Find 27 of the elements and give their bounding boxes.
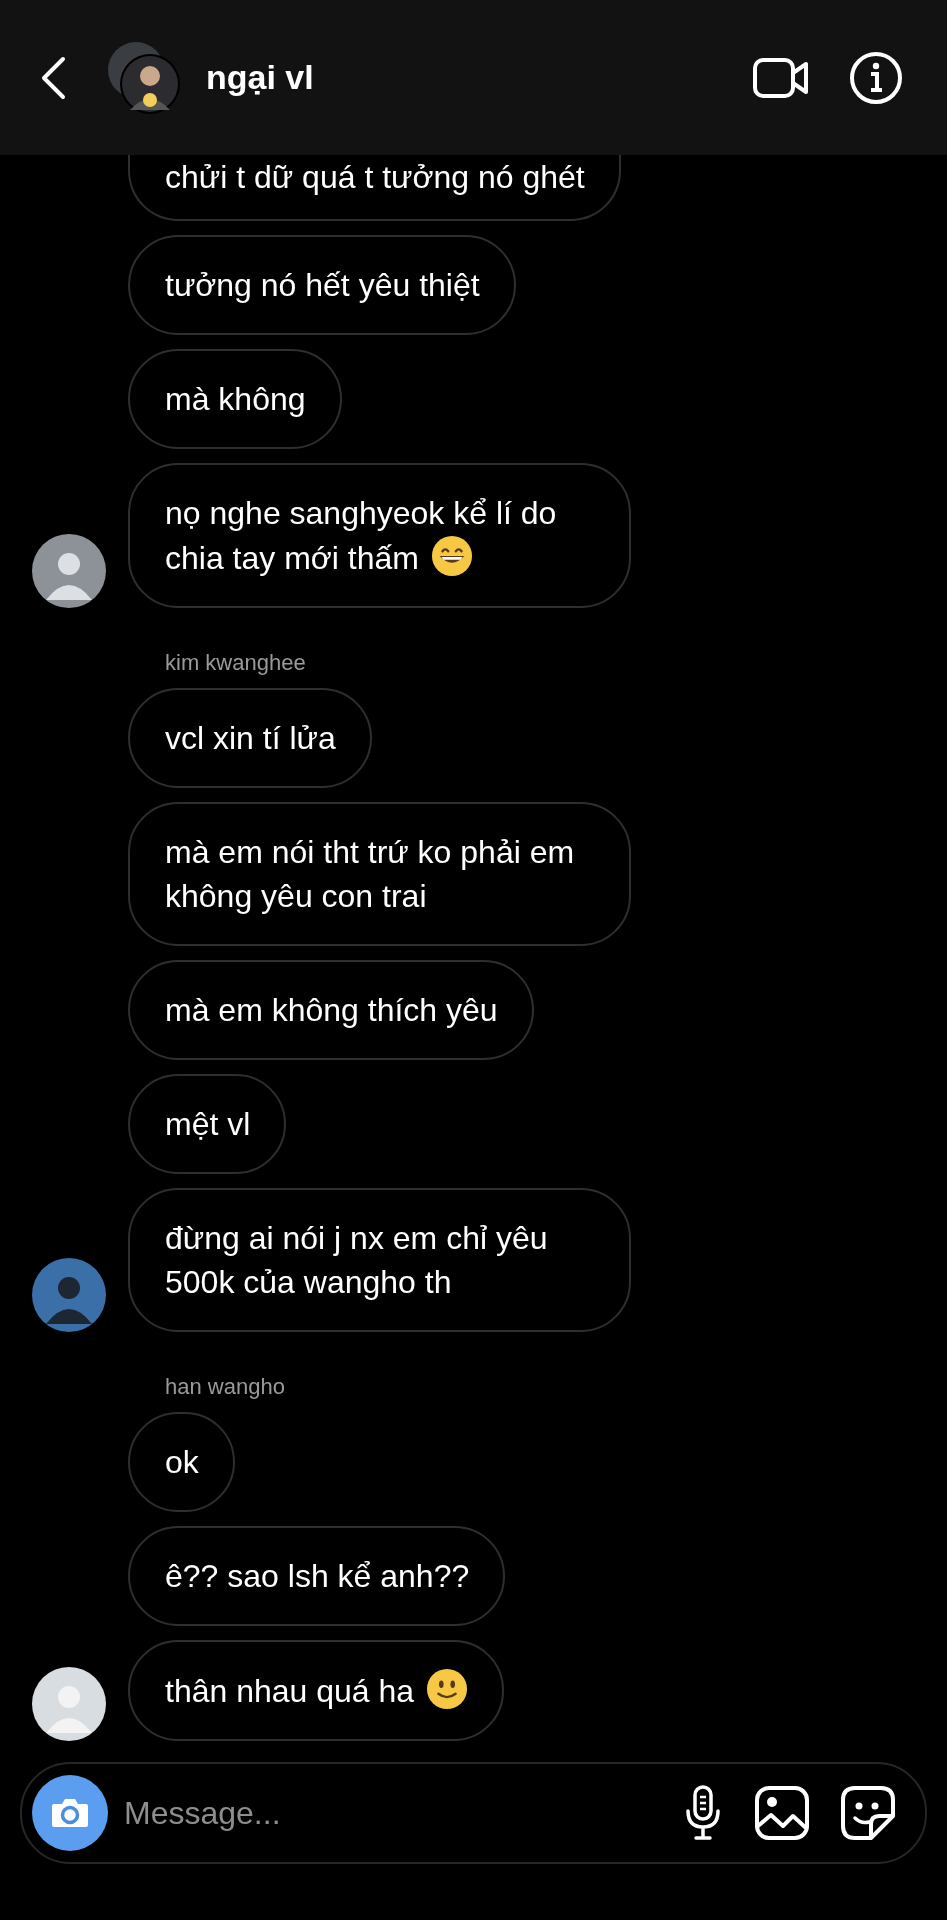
chat-title[interactable]: ngại vl <box>206 58 314 97</box>
microphone-icon[interactable] <box>683 1785 723 1841</box>
camera-icon <box>50 1797 90 1829</box>
video-call-icon[interactable] <box>753 57 809 98</box>
sticker-icon[interactable] <box>841 1786 895 1840</box>
camera-button[interactable] <box>32 1775 108 1851</box>
message-bubble[interactable]: mà em nói tht trứ ko phải em không yêu con trai <box>128 802 631 946</box>
sender-name: kim kwanghee <box>164 650 307 676</box>
info-icon[interactable] <box>849 50 903 105</box>
message-bubble[interactable]: nọ nghe sanghyeok kể lí do chia tay mới thấm <box>128 463 631 608</box>
sender-name: han wangho <box>164 1374 286 1400</box>
back-icon[interactable] <box>40 55 66 100</box>
avatar[interactable] <box>32 534 106 608</box>
message-bubble[interactable]: ok <box>128 1412 235 1512</box>
message-composer[interactable]: Message... <box>20 1762 927 1864</box>
message-bubble[interactable]: mà em không thích yêu <box>128 960 534 1060</box>
gallery-icon[interactable] <box>755 1786 809 1840</box>
message-bubble[interactable]: tưởng nó hết yêu thiệt <box>128 235 516 335</box>
message-bubble[interactable]: vcl xin tí lửa <box>128 688 372 788</box>
message-field[interactable]: Message... <box>122 1793 651 1833</box>
message-bubble[interactable]: ê?? sao lsh kể anh?? <box>128 1526 506 1626</box>
message-bubble[interactable]: thân nhau quá ha <box>128 1640 505 1741</box>
message-bubble[interactable]: đừng ai nói j nx em chỉ yêu 500k của wangho th <box>128 1188 631 1332</box>
message-bubble[interactable]: chửi t dữ quá t tưởng nó ghét <box>128 155 621 221</box>
message-bubble[interactable]: mà không <box>128 349 342 449</box>
message-bubble[interactable]: mệt vl <box>128 1074 287 1174</box>
avatar[interactable] <box>32 1667 106 1741</box>
